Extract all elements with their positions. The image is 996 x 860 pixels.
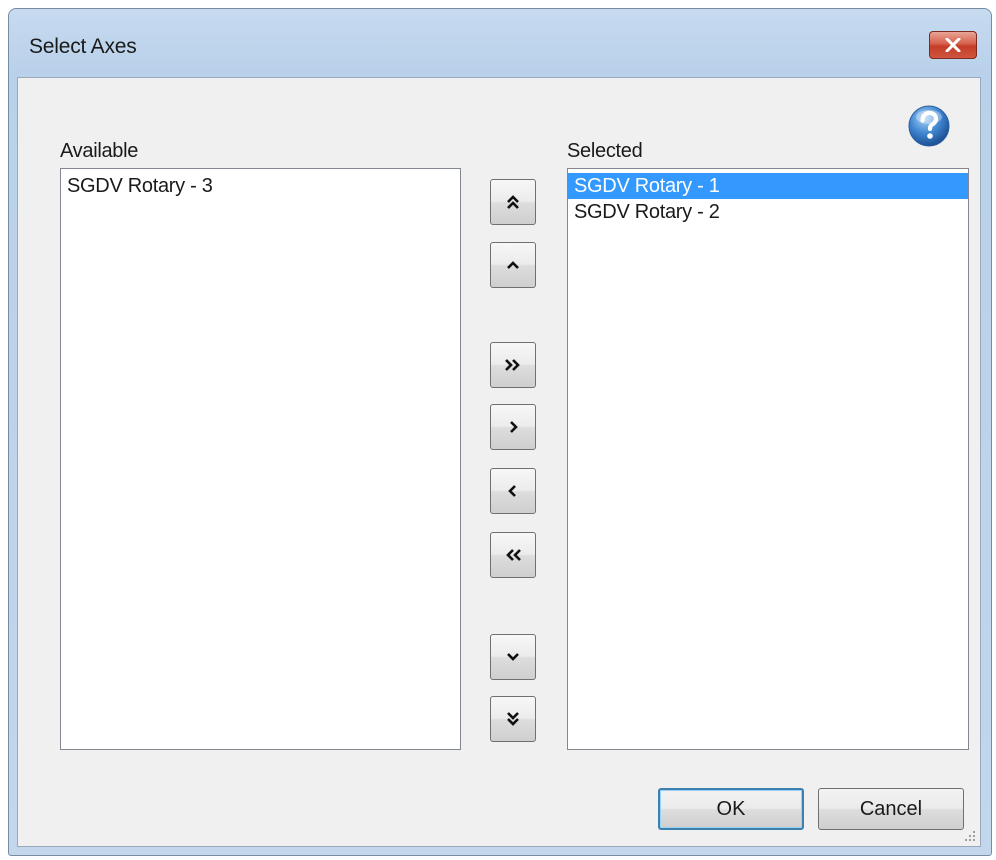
list-item[interactable]: SGDV Rotary - 3 (61, 173, 460, 199)
move-top-button[interactable] (490, 179, 536, 225)
selected-list[interactable]: SGDV Rotary - 1 SGDV Rotary - 2 (567, 168, 969, 750)
available-list[interactable]: SGDV Rotary - 3 (60, 168, 461, 750)
resize-grip-icon[interactable] (963, 829, 977, 843)
double-chevron-right-icon (505, 359, 520, 371)
dialog-body: Available Selected SGDV Rotary - 3 SGDV … (17, 77, 981, 847)
window-title: Select Axes (29, 35, 137, 58)
chevron-down-icon (507, 653, 519, 661)
cancel-button[interactable]: Cancel (818, 788, 964, 830)
remove-button[interactable] (490, 468, 536, 514)
help-icon[interactable] (907, 104, 951, 148)
move-up-button[interactable] (490, 242, 536, 288)
available-label: Available (60, 140, 139, 162)
double-chevron-up-icon (507, 195, 519, 209)
selected-label: Selected (567, 140, 643, 162)
list-item[interactable]: SGDV Rotary - 2 (568, 199, 968, 225)
remove-all-button[interactable] (490, 532, 536, 578)
list-item-selected[interactable]: SGDV Rotary - 1 (568, 173, 968, 199)
select-axes-dialog: Select Axes Available Selected SGDV Rota… (8, 8, 992, 856)
chevron-left-icon (508, 485, 516, 497)
chevron-up-icon (507, 261, 519, 269)
double-chevron-left-icon (506, 549, 521, 561)
close-icon (945, 38, 961, 52)
chevron-right-icon (510, 421, 518, 433)
title-bar: Select Axes (9, 9, 991, 77)
move-down-button[interactable] (490, 634, 536, 680)
ok-button[interactable]: OK (658, 788, 804, 830)
add-all-button[interactable] (490, 342, 536, 388)
close-button[interactable] (929, 31, 977, 59)
move-bottom-button[interactable] (490, 696, 536, 742)
double-chevron-down-icon (507, 712, 519, 726)
add-button[interactable] (490, 404, 536, 450)
